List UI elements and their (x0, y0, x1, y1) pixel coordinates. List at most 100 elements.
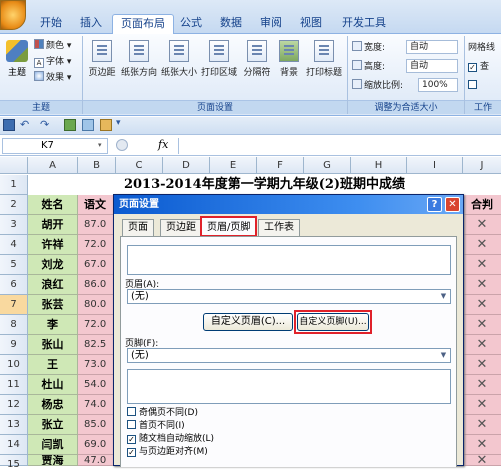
column-header[interactable]: A (28, 157, 78, 174)
name-cell[interactable]: 张立 (28, 415, 78, 435)
name-cell[interactable]: 闫凯 (28, 435, 78, 455)
score-cell[interactable]: 85.0 (78, 415, 116, 435)
row-header[interactable]: 10 (0, 355, 28, 375)
mark-cell[interactable]: ✕ (463, 295, 501, 315)
score-cell[interactable]: 87.0 (78, 215, 116, 235)
theme-colors-button[interactable]: 颜色 ▾ (34, 38, 80, 54)
margins-button[interactable]: 页边距 (86, 38, 118, 78)
mark-cell[interactable]: ✕ (463, 275, 501, 295)
column-header[interactable]: G (304, 157, 351, 174)
row-header[interactable]: 1 (0, 175, 28, 195)
name-box[interactable]: K7 (2, 138, 108, 154)
odd-even-checkbox[interactable]: 奇偶页不同(D) (127, 407, 327, 420)
tab-review[interactable]: 审阅 (252, 14, 290, 34)
print-titles-button[interactable]: 打印标题 (304, 38, 344, 78)
save-icon[interactable] (3, 119, 15, 131)
close-button[interactable]: ✕ (445, 197, 460, 212)
tab-home[interactable]: 开始 (32, 14, 70, 34)
gridlines-print-checkbox[interactable] (468, 78, 501, 94)
print-preview-icon[interactable] (82, 119, 94, 131)
gridlines-view-checkbox[interactable]: ✓ 查 (468, 59, 501, 75)
name-cell[interactable]: 刘龙 (28, 255, 78, 275)
score-cell[interactable]: 67.0 (78, 255, 116, 275)
column-header[interactable]: C (116, 157, 163, 174)
name-cell[interactable]: 张山 (28, 335, 78, 355)
row-header[interactable]: 4 (0, 235, 28, 255)
mark-cell[interactable]: ✕ (463, 235, 501, 255)
name-cell[interactable]: 王 (28, 355, 78, 375)
mark-cell[interactable]: ✕ (463, 215, 501, 235)
redo-icon[interactable]: ↷ (40, 118, 49, 131)
row-header[interactable]: 6 (0, 275, 28, 295)
mark-cell[interactable]: ✕ (463, 455, 501, 466)
name-cell[interactable]: 许祥 (28, 235, 78, 255)
mark-cell[interactable]: ✕ (463, 415, 501, 435)
mark-cell[interactable]: ✕ (463, 335, 501, 355)
name-cell[interactable]: 李 (28, 315, 78, 335)
score-cell[interactable]: 74.0 (78, 395, 116, 415)
column-header[interactable]: D (163, 157, 210, 174)
print-area-button[interactable]: 打印区域 (200, 38, 238, 78)
name-cell[interactable]: 张芸 (28, 295, 78, 315)
score-cell[interactable]: 69.0 (78, 435, 116, 455)
height-dropdown[interactable]: 自动 (406, 59, 458, 73)
scale-with-doc-checkbox[interactable]: ✓ 随文档自动缩放(L) (127, 433, 327, 446)
width-dropdown[interactable]: 自动 (406, 40, 458, 54)
row-header[interactable]: 9 (0, 335, 28, 355)
tab-sheet[interactable]: 工作表 (258, 219, 300, 236)
mark-cell[interactable]: ✕ (463, 315, 501, 335)
row-header[interactable]: 12 (0, 395, 28, 415)
row-header[interactable]: 11 (0, 375, 28, 395)
sheet-title-cell[interactable]: 2013-2014年度第一学期九年级(2)班期中成绩 (28, 175, 501, 195)
row-header[interactable]: 14 (0, 435, 28, 455)
custom-footer-button[interactable]: 自定义页脚(U)... (297, 313, 369, 331)
orientation-button[interactable]: 纸张方向 (120, 38, 158, 78)
mark-cell[interactable]: ✕ (463, 395, 501, 415)
scale-spinner[interactable]: 100% (418, 78, 458, 92)
themes-button[interactable]: 主题 (4, 40, 30, 78)
score-cell[interactable]: 72.0 (78, 235, 116, 255)
function-icon[interactable]: fx (158, 138, 168, 151)
score-cell[interactable]: 80.0 (78, 295, 116, 315)
tab-insert[interactable]: 插入 (72, 14, 110, 34)
select-all-corner[interactable] (0, 157, 28, 174)
column-header[interactable]: F (257, 157, 304, 174)
scroll-knob-icon[interactable] (116, 139, 128, 151)
theme-effects-button[interactable]: 效果 ▾ (34, 70, 80, 86)
customize-qat-icon[interactable]: ▾ (116, 118, 121, 128)
undo-icon[interactable]: ↶ (20, 118, 29, 131)
row-header[interactable]: 2 (0, 195, 28, 215)
mark-cell[interactable]: ✕ (463, 255, 501, 275)
mark-cell[interactable]: ✕ (463, 435, 501, 455)
row-header[interactable]: 8 (0, 315, 28, 335)
footer-dropdown[interactable]: (无) ▼ (127, 348, 451, 363)
column-header[interactable]: E (210, 157, 257, 174)
office-button[interactable] (0, 0, 26, 30)
name-cell[interactable]: 胡开 (28, 215, 78, 235)
header-total-cell[interactable]: 合判 (463, 195, 501, 215)
tab-data[interactable]: 数据 (212, 14, 250, 34)
first-page-checkbox[interactable]: 首页不同(I) (127, 420, 327, 433)
help-button[interactable]: ? (427, 197, 442, 212)
header-dropdown[interactable]: (无) ▼ (127, 289, 451, 304)
name-cell[interactable]: 浪红 (28, 275, 78, 295)
tab-header-footer[interactable]: 页眉/页脚 (200, 216, 258, 237)
name-cell[interactable]: 贾海 (28, 455, 78, 466)
row-header[interactable]: 5 (0, 255, 28, 275)
row-header-selected[interactable]: 7 (0, 295, 28, 315)
background-button[interactable]: 背景 (276, 38, 302, 78)
align-margins-checkbox[interactable]: ✓ 与页边距对齐(M) (127, 446, 327, 459)
dialog-title-bar[interactable]: 页面设置 (114, 195, 463, 214)
name-box-dropdown-icon[interactable]: ▾ (98, 141, 102, 149)
header-score-cell[interactable]: 语文 (78, 195, 116, 215)
score-cell[interactable]: 82.5 (78, 335, 116, 355)
mark-cell[interactable]: ✕ (463, 375, 501, 395)
name-cell[interactable]: 杜山 (28, 375, 78, 395)
theme-fonts-button[interactable]: A 字体 ▾ (34, 54, 80, 70)
tab-view[interactable]: 视图 (292, 14, 330, 34)
tab-formulas[interactable]: 公式 (172, 14, 210, 34)
breaks-button[interactable]: 分隔符 (240, 38, 274, 78)
tab-margins[interactable]: 页边距 (160, 219, 202, 236)
score-cell[interactable]: 72.0 (78, 315, 116, 335)
tab-developer[interactable]: 开发工具 (334, 14, 394, 34)
